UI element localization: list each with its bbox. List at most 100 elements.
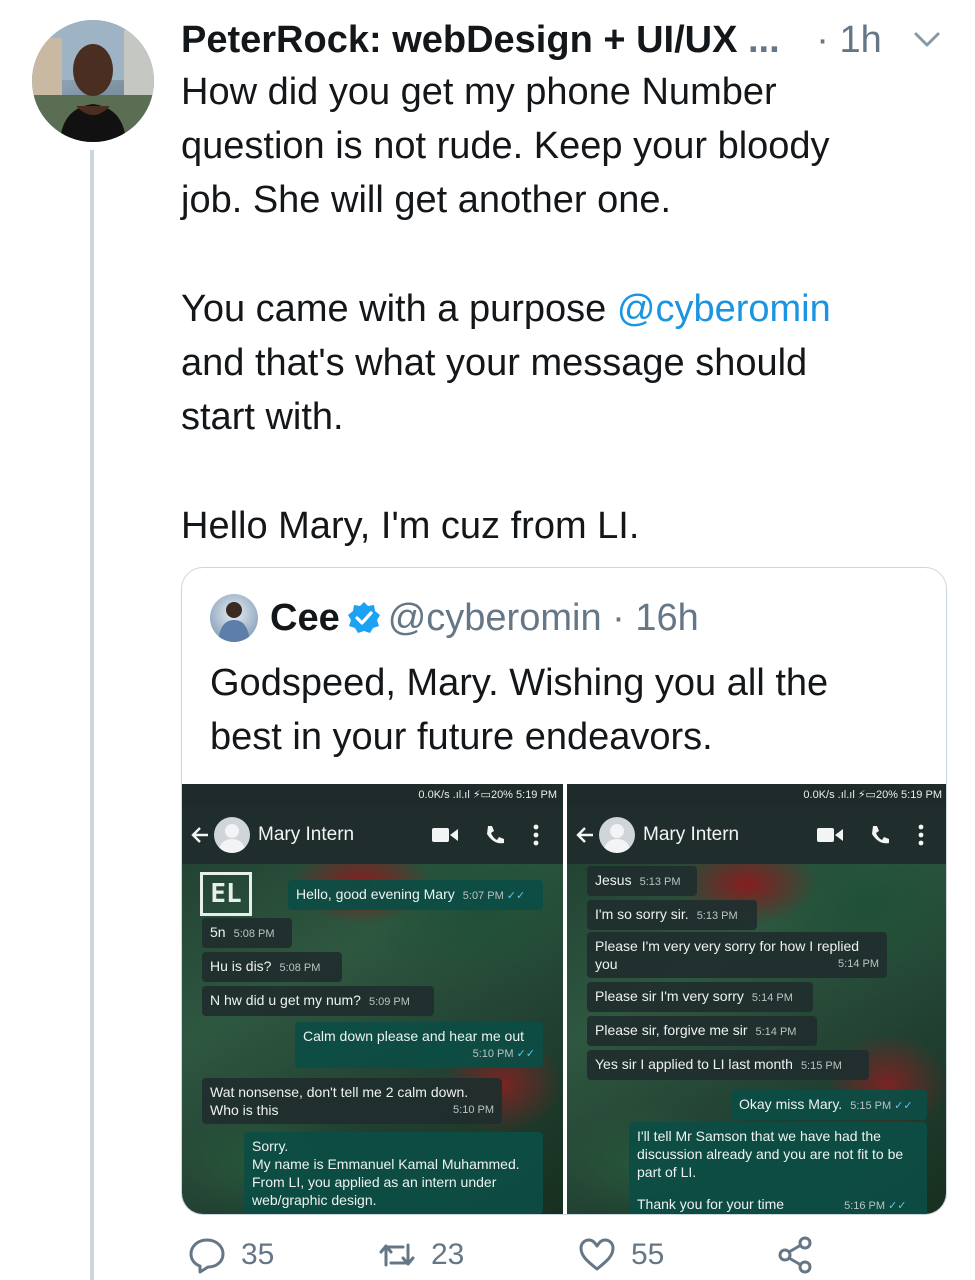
read-tick-icon: ✓✓ bbox=[506, 890, 526, 902]
read-tick-icon: ✓✓ bbox=[894, 1100, 913, 1112]
retweet-icon bbox=[379, 1243, 415, 1267]
attached-image-left[interactable]: 0.0K/s .ıl.ıl ⚡▭20% 5:19 PM Mary Intern … bbox=[182, 784, 563, 1214]
chat-bubble-outgoing: Sorry. My name is Emmanuel Kamal Muhammed… bbox=[244, 1132, 543, 1214]
message-text: Okay miss Mary. bbox=[739, 1096, 843, 1112]
retweet-button[interactable]: 23 bbox=[377, 1230, 464, 1280]
quoted-author-avatar[interactable] bbox=[210, 594, 258, 642]
message-text-line-4: web/graphic design. bbox=[252, 1192, 377, 1208]
chat-bubble-incoming: Please sir I'm very sorry 5:14 PM bbox=[587, 982, 813, 1012]
chat-bubble-incoming: Yes sir I applied to LI last month 5:15 P… bbox=[587, 1050, 869, 1080]
name-truncation: ... bbox=[748, 19, 780, 61]
back-arrow-icon bbox=[191, 827, 208, 843]
quoted-avatar-photo bbox=[218, 602, 250, 642]
more-options-icon bbox=[533, 824, 539, 846]
author-avatar[interactable] bbox=[32, 20, 154, 142]
quoted-tweet-time: · 16h bbox=[602, 597, 699, 639]
message-text: Please sir, forgive me sir bbox=[595, 1022, 748, 1038]
time-value: 1h bbox=[839, 19, 882, 61]
message-time: 5:15 PM bbox=[800, 1060, 842, 1072]
chat-bubble-incoming: 5n 5:08 PM bbox=[202, 918, 292, 948]
chat-bubble-incoming: Jesus 5:13 PM bbox=[587, 866, 697, 896]
message-text: Jesus bbox=[595, 872, 632, 888]
message-text: N hw did u get my num? bbox=[210, 992, 361, 1008]
contact-avatar bbox=[599, 817, 635, 853]
chat-bubble-incoming: Please sir, forgive me sir 5:14 PM bbox=[587, 1016, 817, 1046]
time-value: 16h bbox=[635, 597, 699, 639]
like-button[interactable]: 55 bbox=[577, 1230, 664, 1280]
tweet-header: PeterRock: webDesign + UI/UX ... · 1h bbox=[181, 14, 961, 66]
tweet-text-line-4: You came with a purpose @cyberomin bbox=[181, 282, 941, 336]
message-text-span: Thank you for your time bbox=[637, 1196, 785, 1212]
quoted-tweet-card[interactable]: Cee @cyberomin · 16h Godspeed, Mary. Wish… bbox=[181, 567, 947, 1215]
message-text: I'm so sorry sir. bbox=[595, 906, 689, 922]
mention-link[interactable]: @cyberomin bbox=[617, 288, 831, 330]
message-text: Please sir I'm very sorry bbox=[595, 988, 744, 1004]
message-time: 5:08 PM bbox=[279, 962, 321, 974]
contact-avatar bbox=[214, 817, 250, 853]
message-text: I'll tell Mr Samson that we have had the bbox=[637, 1128, 881, 1144]
message-text: 5n bbox=[210, 924, 226, 940]
message-time: 5:14 PM bbox=[751, 992, 793, 1004]
tweet-action-bar: 35 23 55 bbox=[181, 1230, 961, 1280]
message-time: 5:09 PM bbox=[368, 996, 410, 1008]
message-time: 5:13 PM bbox=[639, 876, 681, 888]
avatar-photo bbox=[32, 20, 154, 142]
chat-app-bar: Mary Intern bbox=[182, 806, 563, 864]
message-text-line-2: discussion already and you are not fit t… bbox=[637, 1146, 904, 1162]
retweet-count: 23 bbox=[431, 1238, 465, 1271]
more-options-icon bbox=[918, 824, 924, 846]
message-time: 5:14 PM bbox=[838, 958, 879, 970]
quoted-author-name[interactable]: Cee bbox=[270, 597, 340, 639]
chevron-down-icon[interactable] bbox=[910, 22, 944, 56]
share-button[interactable] bbox=[775, 1230, 815, 1280]
message-text: Hu is dis? bbox=[210, 958, 272, 974]
author-name[interactable]: PeterRock: webDesign + UI/UX bbox=[181, 19, 737, 61]
chat-bubble-incoming: Hu is dis? 5:08 PM bbox=[202, 952, 342, 982]
tweet-time[interactable]: · 1h bbox=[816, 19, 882, 61]
message-time-row: 5:10 PM ✓✓ bbox=[303, 1045, 535, 1063]
back-arrow-icon bbox=[576, 827, 593, 843]
chat-bubble-outgoing: Calm down please and hear me out 5:10 PM ✓… bbox=[295, 1022, 543, 1068]
message-text: Please I'm very very sorry for how I rep… bbox=[595, 938, 860, 954]
chat-app-bar: Mary Intern bbox=[567, 806, 946, 864]
message-text-line-4: Thank you for your time 5:16 PM ✓✓ bbox=[637, 1195, 919, 1214]
message-text: Yes sir I applied to LI last month bbox=[595, 1056, 793, 1072]
tweet-text-line-7: Hello Mary, I'm cuz from LI. bbox=[181, 505, 640, 547]
tweet-text-line-6: start with. bbox=[181, 396, 344, 438]
thread-connector-line bbox=[90, 150, 94, 1280]
message-time: 5:07 PM bbox=[462, 890, 504, 902]
video-call-icon bbox=[817, 828, 843, 842]
chat-bubble-incoming: N hw did u get my num? 5:09 PM bbox=[202, 986, 434, 1016]
share-icon bbox=[778, 1236, 812, 1274]
message-text: Wat nonsense, don't tell me 2 calm down. bbox=[210, 1084, 469, 1100]
chat-bubble-incoming: Wat nonsense, don't tell me 2 calm down.… bbox=[202, 1078, 502, 1124]
message-text-line-3: part of LI. bbox=[637, 1164, 697, 1180]
message-text: Sorry. bbox=[252, 1138, 289, 1154]
read-tick-icon: ✓✓ bbox=[888, 1200, 907, 1212]
contact-name: Mary Intern bbox=[643, 824, 740, 845]
time-separator: · bbox=[612, 597, 625, 639]
chat-bubble-incoming: Please I'm very very sorry for how I rep… bbox=[587, 932, 887, 978]
message-time: 5:16 PM bbox=[844, 1200, 886, 1212]
tweet-text-span: You came with a purpose bbox=[181, 288, 617, 330]
status-bar: 0.0K/s .ıl.ıl ⚡▭20% 5:19 PM bbox=[182, 784, 563, 806]
chat-bubble-incoming: I'm so sorry sir. 5:13 PM bbox=[587, 900, 757, 930]
reply-count: 35 bbox=[241, 1238, 275, 1271]
tweet-text-line-1: How did you get my phone Number bbox=[181, 71, 777, 113]
tweet-text-line-2: question is not rude. Keep your bloody bbox=[181, 125, 830, 167]
contact-name: Mary Intern bbox=[258, 824, 355, 845]
tweet-text-line-5: and that's what your message should bbox=[181, 342, 808, 384]
status-bar: 0.0K/s .ıl.ıl ⚡▭20% 5:19 PM bbox=[567, 784, 946, 806]
reply-button[interactable]: 35 bbox=[187, 1230, 274, 1280]
phone-call-icon bbox=[487, 826, 504, 844]
message-time: 5:08 PM bbox=[233, 928, 275, 940]
message-time: 5:14 PM bbox=[755, 1026, 797, 1038]
tweet-text-line-3: job. She will get another one. bbox=[181, 179, 672, 221]
message-time: 5:15 PM bbox=[850, 1100, 892, 1112]
message-text-line-2: My name is Emmanuel Kamal Muhammed. bbox=[252, 1156, 520, 1172]
read-tick-icon: ✓✓ bbox=[516, 1048, 535, 1060]
verified-badge-icon bbox=[346, 596, 382, 633]
message-text: Hello, good evening Mary bbox=[296, 886, 455, 902]
attached-image-right[interactable]: 0.0K/s .ıl.ıl ⚡▭20% 5:19 PM Mary Intern … bbox=[567, 784, 946, 1214]
quoted-author-handle[interactable]: @cyberomin bbox=[388, 597, 602, 639]
